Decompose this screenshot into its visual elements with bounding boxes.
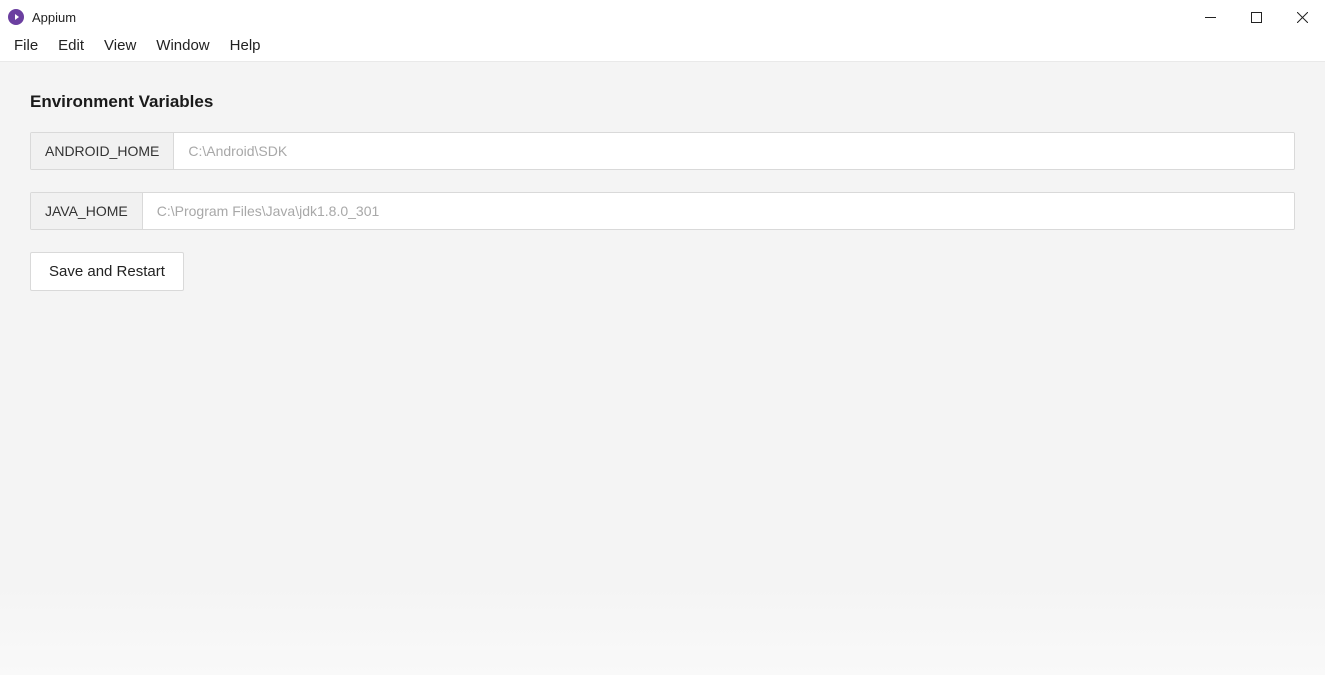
menu-view[interactable]: View (94, 33, 146, 58)
env-label-android-home: ANDROID_HOME (31, 133, 174, 169)
titlebar-left: Appium (8, 9, 76, 25)
section-heading: Environment Variables (30, 92, 1295, 112)
app-title: Appium (32, 10, 76, 25)
menu-file[interactable]: File (4, 33, 48, 58)
minimize-icon (1205, 12, 1216, 23)
close-icon (1297, 12, 1308, 23)
env-input-android-home[interactable] (174, 133, 1294, 169)
content-area: Environment Variables ANDROID_HOME JAVA_… (0, 62, 1325, 675)
menu-help[interactable]: Help (220, 33, 271, 58)
menu-window[interactable]: Window (146, 33, 219, 58)
titlebar: Appium (0, 0, 1325, 34)
save-and-restart-button[interactable]: Save and Restart (30, 252, 184, 291)
env-input-java-home[interactable] (143, 193, 1294, 229)
menubar: File Edit View Window Help (0, 34, 1325, 62)
menu-edit[interactable]: Edit (48, 33, 94, 58)
env-label-java-home: JAVA_HOME (31, 193, 143, 229)
close-button[interactable] (1279, 0, 1325, 34)
app-icon (8, 9, 24, 25)
env-row-android-home: ANDROID_HOME (30, 132, 1295, 170)
window-controls (1187, 0, 1325, 34)
maximize-button[interactable] (1233, 0, 1279, 34)
minimize-button[interactable] (1187, 0, 1233, 34)
env-row-java-home: JAVA_HOME (30, 192, 1295, 230)
maximize-icon (1251, 12, 1262, 23)
